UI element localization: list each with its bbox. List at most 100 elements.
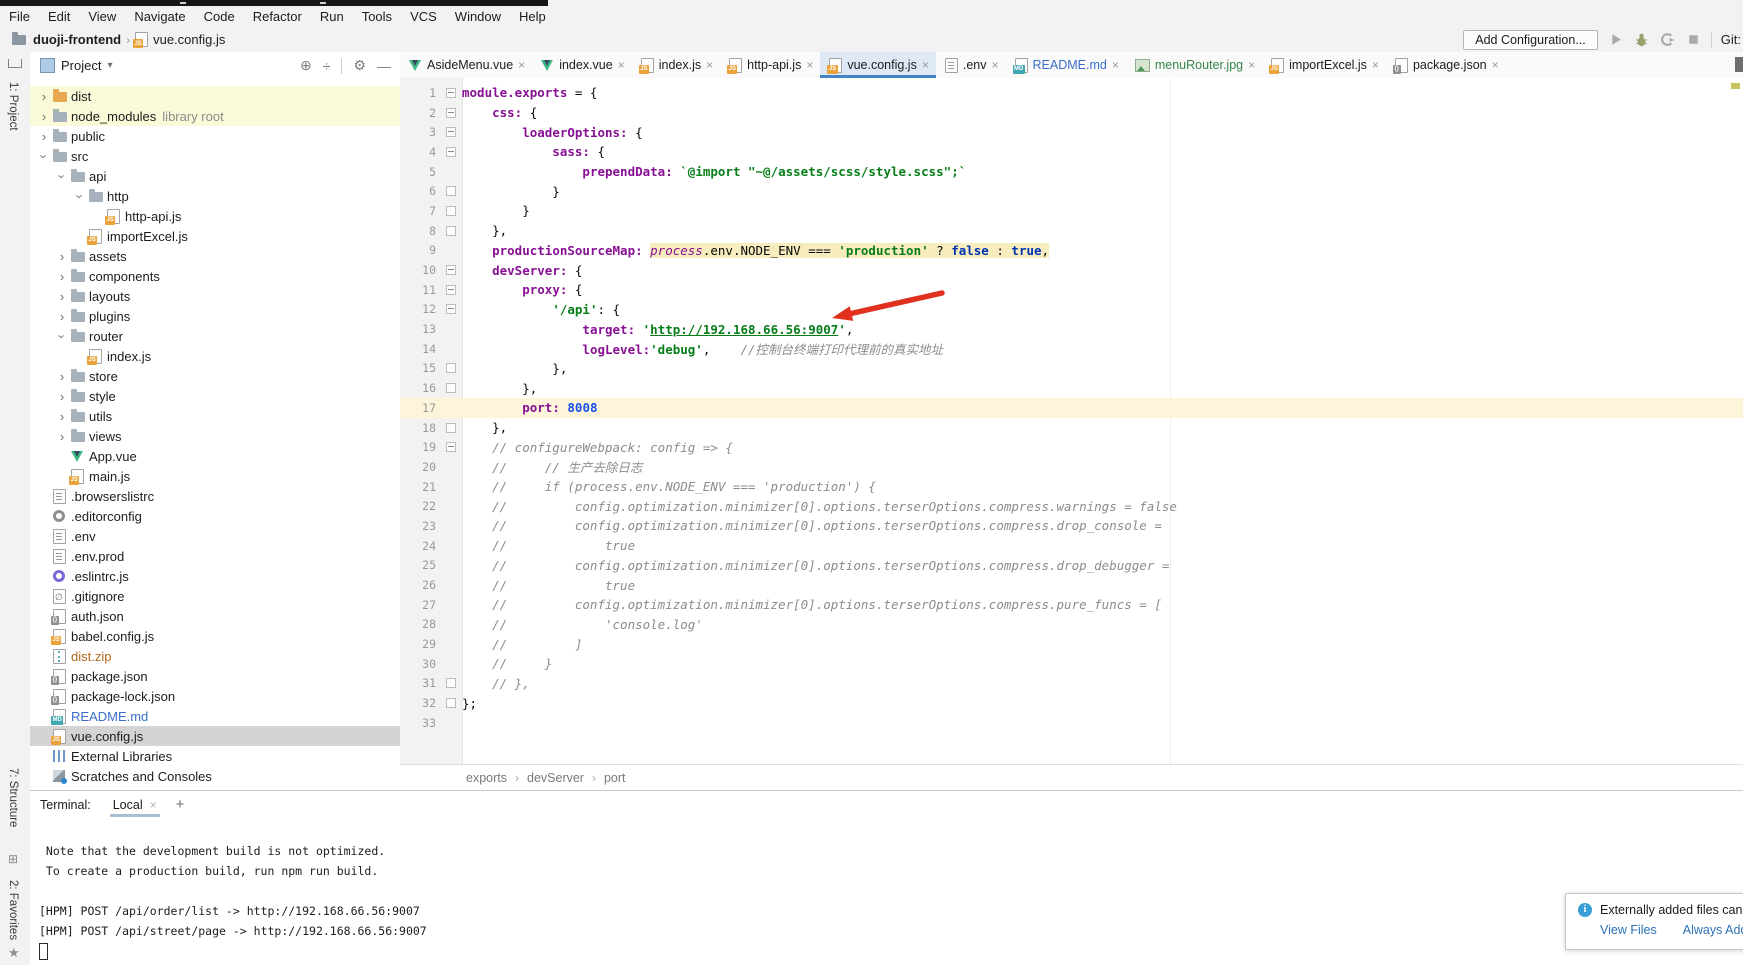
close-icon[interactable]: × [1248,58,1255,72]
close-icon[interactable]: × [991,58,998,72]
line-number[interactable]: 31 [400,676,440,690]
stop-icon[interactable] [1685,31,1702,48]
collapse-all-icon[interactable]: ÷ [323,58,331,74]
menu-navigate[interactable]: Navigate [125,9,194,24]
line-number[interactable]: 26 [400,578,440,592]
close-icon[interactable]: × [806,58,813,72]
line-number[interactable]: 2 [400,106,440,120]
line-number[interactable]: 3 [400,125,440,139]
tree-item-node_modules[interactable]: ›node_moduleslibrary root [30,106,400,126]
fold-close-icon[interactable] [440,206,462,216]
terminal-link[interactable]: http://192.168.66.56:9007 [254,924,427,938]
tree-item-auth.json[interactable]: {}auth.json [30,606,400,626]
tab-menuRouter.jpg[interactable]: menuRouter.jpg× [1126,52,1262,78]
chevron-down-icon[interactable]: › [35,150,53,163]
line-number[interactable]: 25 [400,558,440,572]
line-number[interactable]: 7 [400,204,440,218]
chevron-right-icon[interactable]: › [35,130,53,143]
tool-button-structure[interactable]: 7: Structure [7,768,19,827]
chevron-right-icon[interactable]: › [53,410,71,423]
fold-open-icon[interactable] [440,108,462,118]
chevron-right-icon[interactable]: › [35,90,53,103]
tree-item-vue.config.js[interactable]: JSvue.config.js [30,726,400,746]
menu-run[interactable]: Run [311,9,353,24]
line-number[interactable]: 15 [400,361,440,375]
fold-open-icon[interactable] [440,304,462,314]
fold-open-icon[interactable] [440,265,462,275]
tree-item-dist.zip[interactable]: dist.zip [30,646,400,666]
close-icon[interactable]: × [518,58,525,72]
fold-close-icon[interactable] [440,363,462,373]
breadcrumb-project[interactable]: duoji-frontend [33,32,121,47]
tool-window-pin-icon[interactable] [8,59,22,68]
tree-item-dist[interactable]: ›dist [30,86,400,106]
tree-item-public[interactable]: ›public [30,126,400,146]
tree-item-Scratches and Consoles[interactable]: Scratches and Consoles [30,766,400,786]
chevron-right-icon[interactable]: › [53,390,71,403]
menu-help[interactable]: Help [510,9,555,24]
tree-item-.editorconfig[interactable]: .editorconfig [30,506,400,526]
breadcrumb-port[interactable]: port [604,771,626,785]
line-number[interactable]: 16 [400,381,440,395]
run-with-coverage-icon[interactable] [1659,31,1676,48]
tree-item-External Libraries[interactable]: External Libraries [30,746,400,766]
tool-button-favorites[interactable]: 2: Favorites [7,880,19,940]
breadcrumb-devServer[interactable]: devServer [527,771,584,785]
tree-item-.eslintrc.js[interactable]: .eslintrc.js [30,566,400,586]
tree-item-importExcel.js[interactable]: JSimportExcel.js [30,226,400,246]
close-icon[interactable]: × [922,58,929,72]
line-number[interactable]: 6 [400,184,440,198]
line-number[interactable]: 1 [400,86,440,100]
close-icon[interactable]: × [618,58,625,72]
tree-item-views[interactable]: ›views [30,426,400,446]
line-number[interactable]: 24 [400,539,440,553]
line-number[interactable]: 17 [400,401,440,415]
run-icon[interactable] [1607,31,1624,48]
fold-close-icon[interactable] [440,698,462,708]
terminal-link[interactable]: http://192.168.66.56:9007 [247,904,420,918]
git-branch-label[interactable]: Git: [1721,32,1741,47]
tree-item-assets[interactable]: ›assets [30,246,400,266]
tree-item-main.js[interactable]: JSmain.js [30,466,400,486]
tab-vue.config.js[interactable]: JSvue.config.js× [820,52,936,78]
chevron-down-icon[interactable]: › [53,330,71,343]
line-number[interactable]: 22 [400,499,440,513]
line-number[interactable]: 29 [400,637,440,651]
debug-icon[interactable] [1633,31,1650,48]
tree-item-style[interactable]: ›style [30,386,400,406]
menu-window[interactable]: Window [446,9,510,24]
tree-item-router[interactable]: ›router [30,326,400,346]
tab-index.js[interactable]: JSindex.js× [632,52,720,78]
line-number[interactable]: 33 [400,716,440,730]
gear-icon[interactable]: ⚙ [353,57,366,74]
line-number[interactable]: 23 [400,519,440,533]
close-icon[interactable]: × [1372,58,1379,72]
line-number[interactable]: 21 [400,480,440,494]
menu-file[interactable]: File [0,9,39,24]
line-number[interactable]: 11 [400,283,440,297]
line-number[interactable]: 27 [400,598,440,612]
tree-item-utils[interactable]: ›utils [30,406,400,426]
chevron-right-icon[interactable]: › [53,250,71,263]
tree-item-layouts[interactable]: ›layouts [30,286,400,306]
line-number[interactable]: 12 [400,302,440,316]
breadcrumb-exports[interactable]: exports [466,771,507,785]
menu-refactor[interactable]: Refactor [244,9,311,24]
chevron-right-icon[interactable]: › [53,270,71,283]
hide-panel-icon[interactable]: — [377,58,391,74]
fold-open-icon[interactable] [440,88,462,98]
tab-README.md[interactable]: MDREADME.md× [1006,52,1126,78]
tab-.env[interactable]: .env× [936,52,1006,78]
line-number[interactable]: 13 [400,322,440,336]
tree-item-package.json[interactable]: {}package.json [30,666,400,686]
terminal-cursor[interactable] [39,943,48,960]
chevron-down-icon[interactable]: › [71,190,89,203]
tab-http-api.js[interactable]: JShttp-api.js× [720,52,820,78]
line-number[interactable]: 14 [400,342,440,356]
tab-importExcel.js[interactable]: JSimportExcel.js× [1262,52,1386,78]
tool-button-project[interactable]: 1: Project [7,82,19,131]
tab-package.json[interactable]: {}package.json× [1386,52,1506,78]
line-number[interactable]: 10 [400,263,440,277]
project-panel-title[interactable]: Project [61,58,101,73]
view-files-link[interactable]: View Files [1600,923,1657,937]
